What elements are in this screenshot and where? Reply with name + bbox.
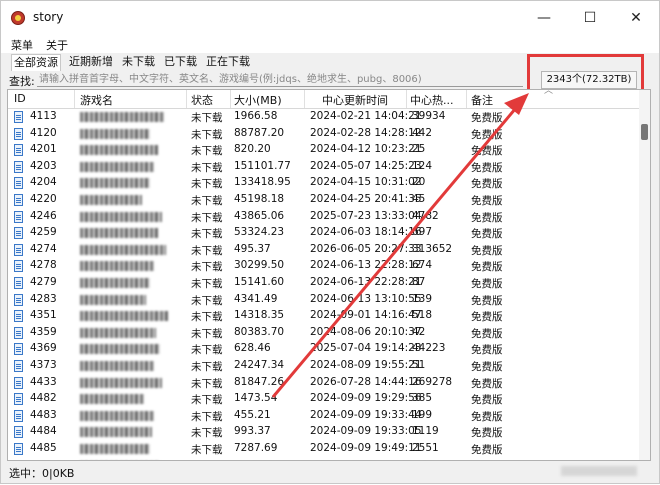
- app-window: story — ☐ ✕ 菜单 关于 全部资源 近期新增 未下载 已下载 正在下载…: [0, 0, 660, 484]
- annotation-arrow: [1, 1, 660, 485]
- arrow-shaft: [273, 102, 521, 397]
- arrow-head-icon: [504, 93, 529, 115]
